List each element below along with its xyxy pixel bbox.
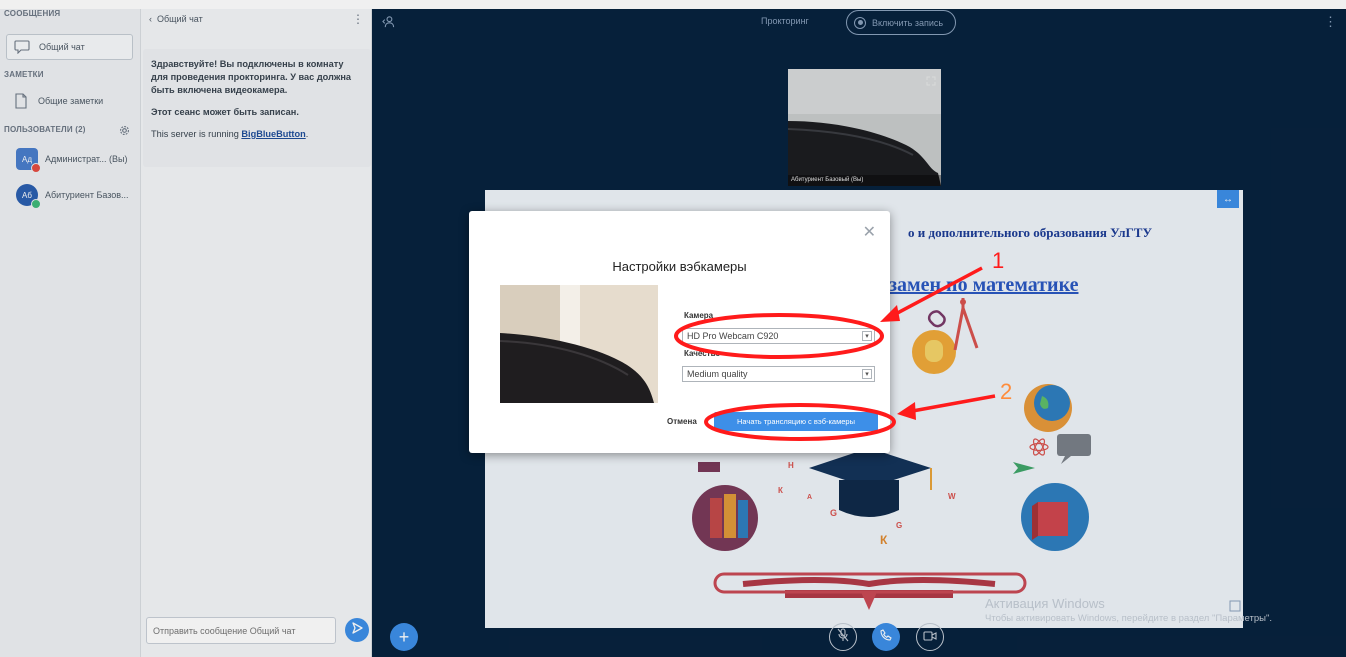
webcam-preview — [500, 285, 658, 403]
chevron-down-icon: ▾ — [862, 331, 872, 341]
quality-select-value: Medium quality — [687, 369, 748, 379]
quality-select[interactable]: Medium quality ▾ — [682, 366, 875, 382]
chevron-down-icon: ▾ — [862, 369, 872, 379]
webcam-preview-image — [500, 285, 658, 403]
camera-select-value: HD Pro Webcam C920 — [687, 331, 779, 341]
close-icon[interactable]: ✕ — [863, 225, 876, 241]
cancel-button[interactable]: Отмена — [667, 417, 697, 426]
camera-field-label: Камера — [684, 311, 714, 320]
modal-overlay: ✕ Настройки вэбкамеры Камера HD Pro Webc… — [0, 0, 1346, 657]
camera-select[interactable]: HD Pro Webcam C920 ▾ — [682, 328, 875, 344]
webcam-settings-modal: ✕ Настройки вэбкамеры Камера HD Pro Webc… — [469, 211, 890, 453]
quality-field-label: Качество — [684, 349, 721, 358]
modal-title: Настройки вэбкамеры — [612, 259, 747, 274]
start-webcam-button[interactable]: Начать трансляцию с вэб-камеры — [714, 412, 878, 431]
